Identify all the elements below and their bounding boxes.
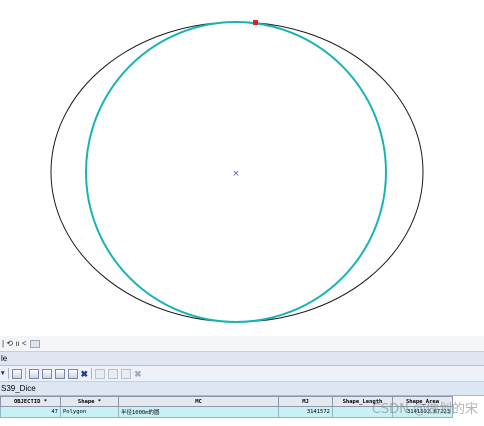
column-header-shape[interactable]: Shape * (60, 396, 119, 407)
toolbar-separator (91, 368, 93, 379)
highlight-icon[interactable] (121, 368, 132, 379)
cell-objectid[interactable]: 47 (0, 406, 61, 418)
attribute-table-window: | ⟲ ıı < le ▾ ✖ ✖ S39_Dice OBJECTID * Sh… (0, 336, 484, 426)
dropdown-icon[interactable]: ▾ (1, 369, 5, 379)
watermark: CSDN @做划的宋 (371, 402, 478, 417)
cell-mj[interactable]: 3141572 (278, 406, 333, 418)
column-header-mj[interactable]: MJ (278, 396, 333, 407)
paste-icon[interactable] (108, 368, 119, 379)
clear-selection-icon[interactable] (54, 368, 65, 379)
cell-shape[interactable]: Polygon (60, 406, 119, 418)
map-drawing: × (50, 20, 424, 323)
cell-mc[interactable]: 半径1000m的圆 (118, 406, 279, 418)
switch-selection-icon[interactable] (41, 368, 52, 379)
toolbar-separator (24, 368, 26, 379)
table-toolbar: ▾ ✖ ✖ (0, 366, 484, 382)
delete-highlighted-icon[interactable]: ✖ (134, 369, 142, 379)
select-by-attributes-icon[interactable] (28, 368, 39, 379)
table-title-bar: le (0, 352, 484, 366)
table-title: le (1, 354, 8, 363)
selected-vertex[interactable] (253, 20, 258, 25)
layer-tab[interactable]: S39_Dice (0, 382, 484, 396)
zoom-to-selected-icon[interactable] (67, 368, 78, 379)
nav-controls[interactable]: | ⟲ ıı < (2, 339, 27, 348)
column-header-mc[interactable]: MC (118, 396, 279, 407)
layer-name: S39_Dice (1, 384, 36, 393)
app-window: × | ⟲ ıı < le ▾ ✖ ✖ S39_Dice OBJECTID * … (0, 0, 484, 426)
scroll-thumb[interactable] (29, 339, 40, 348)
copy-icon[interactable] (95, 368, 106, 379)
delete-selected-icon[interactable]: ✖ (81, 369, 89, 379)
map-canvas[interactable]: × (0, 0, 484, 336)
table-options-icon[interactable] (11, 368, 22, 379)
column-header-objectid[interactable]: OBJECTID * (0, 396, 61, 407)
navigation-strip: | ⟲ ıı < (0, 336, 484, 352)
toolbar-separator (7, 368, 9, 379)
center-marker: × (232, 169, 240, 179)
